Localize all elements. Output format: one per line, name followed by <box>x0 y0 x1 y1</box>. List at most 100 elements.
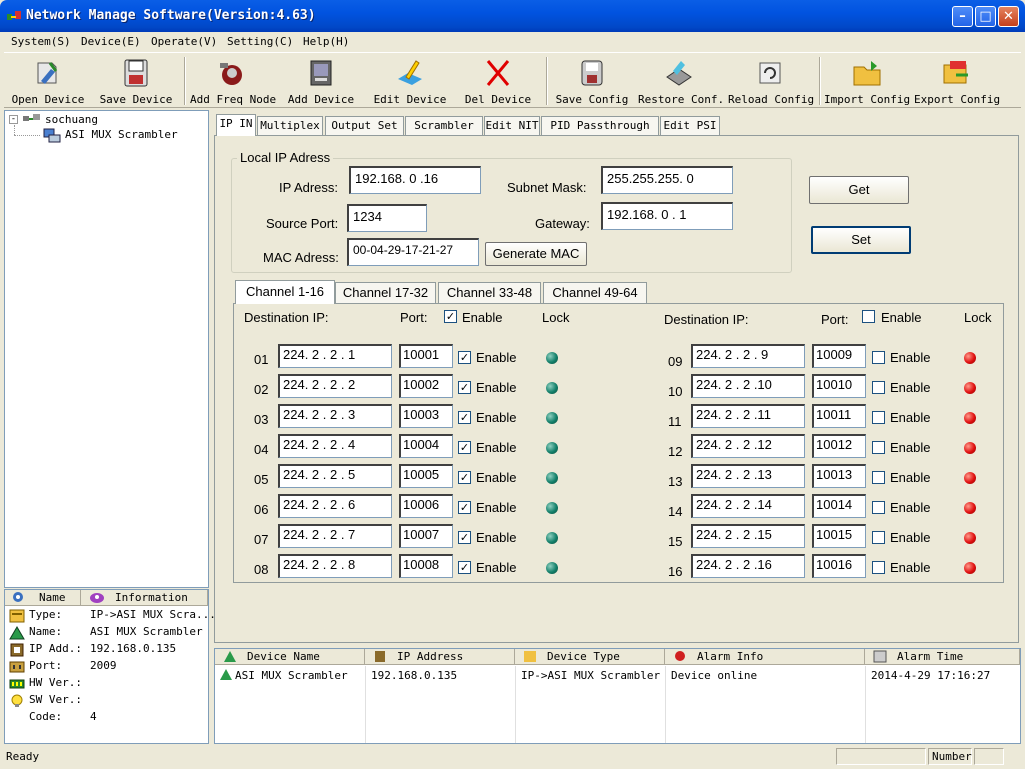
gateway-input[interactable]: 192.168. 0 . 1 <box>601 202 733 230</box>
destination-ip-input[interactable]: 224. 2 . 2 . 3 <box>278 404 392 428</box>
enable-checkbox[interactable]: ✓ <box>458 411 471 424</box>
enable-checkbox[interactable] <box>872 471 885 484</box>
port-input[interactable]: 10011 <box>812 404 866 428</box>
destination-ip-input[interactable]: 224. 2 . 2 . 1 <box>278 344 392 368</box>
destination-ip-input[interactable]: 224. 2 . 2 .10 <box>691 374 805 398</box>
set-button[interactable]: Set <box>811 226 911 254</box>
enable-checkbox[interactable]: ✓ <box>458 531 471 544</box>
port-input[interactable]: 10014 <box>812 494 866 518</box>
menu-operate[interactable]: Operate(V) <box>151 35 217 48</box>
destination-ip-input[interactable]: 224. 2 . 2 . 6 <box>278 494 392 518</box>
menu-help[interactable]: Help(H) <box>303 35 349 48</box>
source-port-input[interactable]: 1234 <box>347 204 427 232</box>
edit-device-button[interactable]: Edit Device <box>370 55 450 107</box>
mac-adress-input[interactable]: 00-04-29-17-21-27 <box>347 238 479 266</box>
tab-multiplex[interactable]: Multiplex <box>257 116 323 135</box>
menu-setting[interactable]: Setting(C) <box>227 35 293 48</box>
enable-all-right-checkbox[interactable] <box>862 310 875 323</box>
subnet-mask-input[interactable]: 255.255.255. 0 <box>601 166 733 194</box>
destination-ip-input[interactable]: 224. 2 . 2 . 7 <box>278 524 392 548</box>
add-freq-node-button[interactable]: Add Freq Node <box>190 55 276 107</box>
grid-header-ip-address[interactable]: IP Address <box>365 649 515 665</box>
tree-root-label[interactable]: sochuang <box>45 113 98 126</box>
export-config-button[interactable]: Export Config <box>914 55 1000 107</box>
save-device-button[interactable]: Save Device <box>98 55 174 107</box>
destination-ip-input[interactable]: 224. 2 . 2 . 2 <box>278 374 392 398</box>
device-tree[interactable]: - sochuang ASI MUX Scrambler <box>4 110 209 588</box>
enable-checkbox[interactable] <box>872 501 885 514</box>
enable-checkbox[interactable] <box>872 441 885 454</box>
tab-channel-33-48[interactable]: Channel 33-48 <box>438 282 541 303</box>
destination-ip-input[interactable]: 224. 2 . 2 .12 <box>691 434 805 458</box>
enable-checkbox[interactable] <box>872 531 885 544</box>
grid-header-device-name[interactable]: Device Name <box>215 649 365 665</box>
add-device-button[interactable]: Add Device <box>286 55 356 107</box>
destination-ip-input[interactable]: 224. 2 . 2 .15 <box>691 524 805 548</box>
destination-ip-input[interactable]: 224. 2 . 2 . 5 <box>278 464 392 488</box>
enable-checkbox[interactable]: ✓ <box>458 471 471 484</box>
port-input[interactable]: 10016 <box>812 554 866 578</box>
enable-checkbox[interactable]: ✓ <box>458 441 471 454</box>
open-device-button[interactable]: Open Device <box>10 55 86 107</box>
port-input[interactable]: 10003 <box>399 404 453 428</box>
enable-checkbox[interactable] <box>872 351 885 364</box>
enable-checkbox[interactable] <box>872 411 885 424</box>
save-config-button[interactable]: Save Config <box>554 55 630 107</box>
del-device-button[interactable]: Del Device <box>462 55 534 107</box>
table-row[interactable]: ASI MUX Scrambler 192.168.0.135 IP->ASI … <box>215 666 1020 684</box>
grid-header-alarm-info[interactable]: Alarm Info <box>665 649 865 665</box>
grid-header-device-type[interactable]: Device Type <box>515 649 665 665</box>
destination-ip-input[interactable]: 224. 2 . 2 . 9 <box>691 344 805 368</box>
enable-checkbox[interactable]: ✓ <box>458 561 471 574</box>
enable-checkbox[interactable] <box>872 561 885 574</box>
generate-mac-button[interactable]: Generate MAC <box>485 242 587 266</box>
port-input[interactable]: 10008 <box>399 554 453 578</box>
destination-ip-input[interactable]: 224. 2 . 2 .11 <box>691 404 805 428</box>
enable-checkbox[interactable]: ✓ <box>458 351 471 364</box>
destination-ip-input[interactable]: 224. 2 . 2 .16 <box>691 554 805 578</box>
device-list[interactable]: Device Name IP Address Device Type Alarm… <box>214 648 1021 744</box>
tab-pid-passthrough[interactable]: PID Passthrough <box>541 116 659 135</box>
close-button[interactable]: ✕ <box>998 6 1019 27</box>
port-input[interactable]: 10013 <box>812 464 866 488</box>
enable-all-left-checkbox[interactable]: ✓ <box>444 310 457 323</box>
reload-config-button[interactable]: Reload Config <box>728 55 814 107</box>
maximize-button[interactable]: □ <box>975 6 996 27</box>
import-config-button[interactable]: Import Config <box>824 55 910 107</box>
minimize-button[interactable]: – <box>952 6 973 27</box>
tab-output-set[interactable]: Output Set <box>325 116 404 135</box>
menu-system[interactable]: System(S) <box>11 35 71 48</box>
info-header-name[interactable]: Name <box>5 590 81 606</box>
menu-device[interactable]: Device(E) <box>81 35 141 48</box>
destination-ip-input[interactable]: 224. 2 . 2 . 4 <box>278 434 392 458</box>
port-input[interactable]: 10015 <box>812 524 866 548</box>
port-input[interactable]: 10007 <box>399 524 453 548</box>
destination-ip-input[interactable]: 224. 2 . 2 . 8 <box>278 554 392 578</box>
enable-checkbox[interactable] <box>872 381 885 394</box>
port-input[interactable]: 10004 <box>399 434 453 458</box>
port-input[interactable]: 10002 <box>399 374 453 398</box>
grid-header-alarm-time[interactable]: Alarm Time <box>865 649 1020 665</box>
tree-collapse-toggle[interactable]: - <box>9 115 18 124</box>
ip-adress-input[interactable]: 192.168. 0 .16 <box>349 166 481 194</box>
tab-channel-49-64[interactable]: Channel 49-64 <box>543 282 647 303</box>
port-input[interactable]: 10012 <box>812 434 866 458</box>
enable-checkbox[interactable]: ✓ <box>458 381 471 394</box>
tab-channel-1-16[interactable]: Channel 1-16 <box>235 280 335 304</box>
destination-ip-input[interactable]: 224. 2 . 2 .14 <box>691 494 805 518</box>
tab-ip-in[interactable]: IP IN <box>216 114 256 136</box>
port-input[interactable]: 10009 <box>812 344 866 368</box>
tab-channel-17-32[interactable]: Channel 17-32 <box>335 282 436 303</box>
tab-edit-psi[interactable]: Edit PSI <box>660 116 720 135</box>
get-button[interactable]: Get <box>809 176 909 204</box>
port-input[interactable]: 10001 <box>399 344 453 368</box>
port-input[interactable]: 10010 <box>812 374 866 398</box>
port-input[interactable]: 10006 <box>399 494 453 518</box>
destination-ip-input[interactable]: 224. 2 . 2 .13 <box>691 464 805 488</box>
tree-item-asi-mux-scrambler[interactable]: ASI MUX Scrambler <box>63 128 180 141</box>
info-header-information[interactable]: Information <box>81 590 208 606</box>
tab-edit-nit[interactable]: Edit NIT <box>484 116 540 135</box>
restore-config-button[interactable]: Restore Conf. <box>638 55 724 107</box>
tab-scrambler[interactable]: Scrambler <box>405 116 483 135</box>
enable-checkbox[interactable]: ✓ <box>458 501 471 514</box>
